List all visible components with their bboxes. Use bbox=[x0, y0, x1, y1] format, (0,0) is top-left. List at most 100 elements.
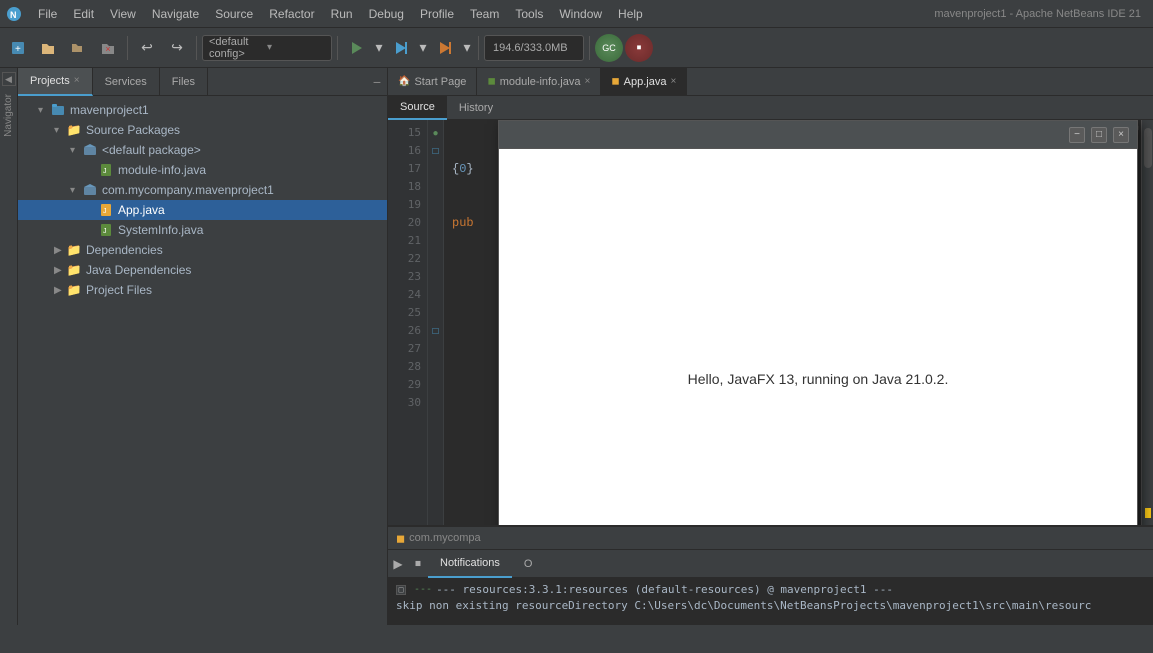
menu-refactor[interactable]: Refactor bbox=[261, 5, 322, 23]
menu-help[interactable]: Help bbox=[610, 5, 651, 23]
undo-button[interactable]: ↩ bbox=[133, 34, 161, 62]
gutter-item-18 bbox=[428, 178, 443, 196]
output-line-1: □ --- --- resources:3.3.1:resources (def… bbox=[396, 582, 1145, 598]
tab-services[interactable]: Services bbox=[93, 68, 160, 96]
svg-text:J: J bbox=[103, 168, 107, 175]
memory-indicator[interactable]: 194.6/333.0MB bbox=[484, 35, 584, 61]
default-package-label: <default package> bbox=[102, 143, 201, 157]
menu-view[interactable]: View bbox=[102, 5, 144, 23]
tab-start-page[interactable]: 🏠 Start Page bbox=[388, 68, 477, 96]
line-num-15: 15 bbox=[388, 124, 427, 142]
redo-button[interactable]: ↪ bbox=[163, 34, 191, 62]
menu-profile[interactable]: Profile bbox=[412, 5, 462, 23]
gc-button[interactable]: GC bbox=[595, 34, 623, 62]
profile-button[interactable] bbox=[431, 34, 459, 62]
run-dropdown-button[interactable]: ▾ bbox=[373, 34, 385, 62]
maximize-floating-button[interactable]: □ bbox=[1091, 127, 1107, 143]
output-arrow-icon: --- bbox=[414, 582, 432, 598]
tab-notifications[interactable]: Notifications bbox=[428, 550, 512, 578]
close-floating-button[interactable]: × bbox=[1113, 127, 1129, 143]
menu-run[interactable]: Run bbox=[323, 5, 361, 23]
app-java-label: App.java bbox=[118, 203, 165, 217]
tree-dependencies[interactable]: ▶ 📁 Dependencies bbox=[18, 240, 387, 260]
close-projects-tab[interactable]: × bbox=[74, 75, 80, 86]
menu-tools[interactable]: Tools bbox=[507, 5, 551, 23]
output-stop-button[interactable]: ⏹ bbox=[408, 554, 428, 574]
close-app-tab-button[interactable]: × bbox=[670, 76, 676, 87]
output-text-1: --- resources:3.3.1:resources (default-r… bbox=[436, 582, 893, 598]
tree-com-package[interactable]: ▾ com.mycompany.mavenproject1 bbox=[18, 180, 387, 200]
line-num-25: 25 bbox=[388, 304, 427, 322]
gutter-item-23 bbox=[428, 268, 443, 286]
highlight-marker bbox=[1145, 508, 1151, 518]
expand-project-files-icon: ▶ bbox=[54, 285, 66, 296]
svg-text:×: × bbox=[105, 44, 110, 54]
open-project-button[interactable] bbox=[34, 34, 62, 62]
tree-module-info[interactable]: ▶ J module-info.java bbox=[18, 160, 387, 180]
menu-window[interactable]: Window bbox=[551, 5, 610, 23]
line-num-30: 30 bbox=[388, 394, 427, 412]
app-java-icon: J bbox=[98, 202, 114, 218]
menu-navigate[interactable]: Navigate bbox=[144, 5, 207, 23]
panel-tabs: Projects × Services Files − bbox=[18, 68, 387, 96]
debug-dropdown-button[interactable]: ▾ bbox=[417, 34, 429, 62]
scrollbar-thumb[interactable] bbox=[1144, 128, 1152, 168]
line-num-21: 21 bbox=[388, 232, 427, 250]
arrow-marker-2-icon: □ bbox=[432, 326, 438, 337]
gutter-item-30 bbox=[428, 394, 443, 412]
tab-files[interactable]: Files bbox=[160, 68, 208, 96]
svg-text:J: J bbox=[103, 208, 107, 215]
tab-output[interactable]: O bbox=[512, 550, 545, 578]
package-icon bbox=[82, 142, 98, 158]
editor-scrollbar[interactable] bbox=[1141, 120, 1153, 525]
run-project-button[interactable] bbox=[343, 34, 371, 62]
file-status-bar: ◼ com.mycompa bbox=[388, 526, 1153, 550]
source-tab[interactable]: Source bbox=[388, 96, 447, 120]
menu-debug[interactable]: Debug bbox=[361, 5, 412, 23]
tree-app-java[interactable]: ▶ J App.java bbox=[18, 200, 387, 220]
tab-projects[interactable]: Projects × bbox=[18, 68, 93, 96]
expand-source-packages-icon: ▾ bbox=[54, 125, 66, 136]
module-tab-icon: ◼ bbox=[487, 76, 495, 87]
source-history-tabs: Source History bbox=[388, 96, 1153, 120]
menu-source[interactable]: Source bbox=[207, 5, 261, 23]
svg-text:N: N bbox=[10, 10, 17, 20]
line-numbers: 15 16 17 18 19 20 21 22 23 24 25 26 27 2… bbox=[388, 120, 428, 525]
stop-button[interactable]: ⏹ bbox=[625, 34, 653, 62]
tab-module-info[interactable]: ◼ module-info.java × bbox=[477, 68, 601, 96]
tree-root[interactable]: ▾ mavenproject1 bbox=[18, 100, 387, 120]
line-num-19: 19 bbox=[388, 196, 427, 214]
menu-team[interactable]: Team bbox=[462, 5, 507, 23]
close-module-tab-button[interactable]: × bbox=[584, 76, 590, 87]
navigator-toggle[interactable]: ◀ bbox=[2, 72, 16, 86]
app-java-tab-label: App.java bbox=[624, 76, 667, 88]
config-dropdown[interactable]: <default config> ▾ bbox=[202, 35, 332, 61]
new-project-button[interactable]: + bbox=[4, 34, 32, 62]
com-package-label: com.mycompany.mavenproject1 bbox=[102, 183, 274, 197]
code-view: 15 16 17 18 19 20 21 22 23 24 25 26 27 2… bbox=[388, 120, 1153, 525]
tree-java-dependencies[interactable]: ▶ 📁 Java Dependencies bbox=[18, 260, 387, 280]
tab-app-java[interactable]: ◼ App.java × bbox=[601, 68, 687, 96]
hello-text: Hello, JavaFX 13, running on Java 21.0.2… bbox=[688, 371, 949, 387]
tree-source-packages[interactable]: ▾ 📁 Source Packages bbox=[18, 120, 387, 140]
menu-edit[interactable]: Edit bbox=[65, 5, 102, 23]
output-run-button[interactable]: ▶ bbox=[388, 554, 408, 574]
tree-system-info[interactable]: ▶ J SystemInfo.java bbox=[18, 220, 387, 240]
menu-file[interactable]: File bbox=[30, 5, 65, 23]
module-info-tab-label: module-info.java bbox=[500, 76, 581, 88]
com-package-icon bbox=[82, 182, 98, 198]
profile-dropdown-button[interactable]: ▾ bbox=[461, 34, 473, 62]
history-tab[interactable]: History bbox=[447, 96, 505, 120]
open-recent-button[interactable] bbox=[64, 34, 92, 62]
tree-default-package[interactable]: ▾ <default package> bbox=[18, 140, 387, 160]
minimize-panel-button[interactable]: − bbox=[367, 72, 387, 92]
toolbar-separator-5 bbox=[589, 36, 590, 60]
close-project-button[interactable]: × bbox=[94, 34, 122, 62]
tree-project-files[interactable]: ▶ 📁 Project Files bbox=[18, 280, 387, 300]
floating-window-content: Hello, JavaFX 13, running on Java 21.0.2… bbox=[499, 149, 1137, 525]
navigator-strip: ◀ Navigator bbox=[0, 68, 18, 625]
expand-java-deps-icon: ▶ bbox=[54, 265, 66, 276]
svg-text:J: J bbox=[103, 228, 107, 235]
minimize-floating-button[interactable]: − bbox=[1069, 127, 1085, 143]
debug-project-button[interactable] bbox=[387, 34, 415, 62]
